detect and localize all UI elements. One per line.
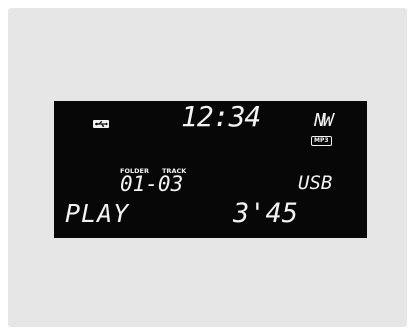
usb-icon [93,120,109,128]
source-indicator: USB [298,172,333,194]
mode-indicator: NW [314,110,334,131]
elapsed-time: 3'45 [233,198,299,229]
format-badge: MP3 [311,136,332,146]
clock-display: 12:34 [181,100,261,133]
playback-status: PLAY [65,199,130,228]
folder-track-number: 01-03 [120,172,184,196]
